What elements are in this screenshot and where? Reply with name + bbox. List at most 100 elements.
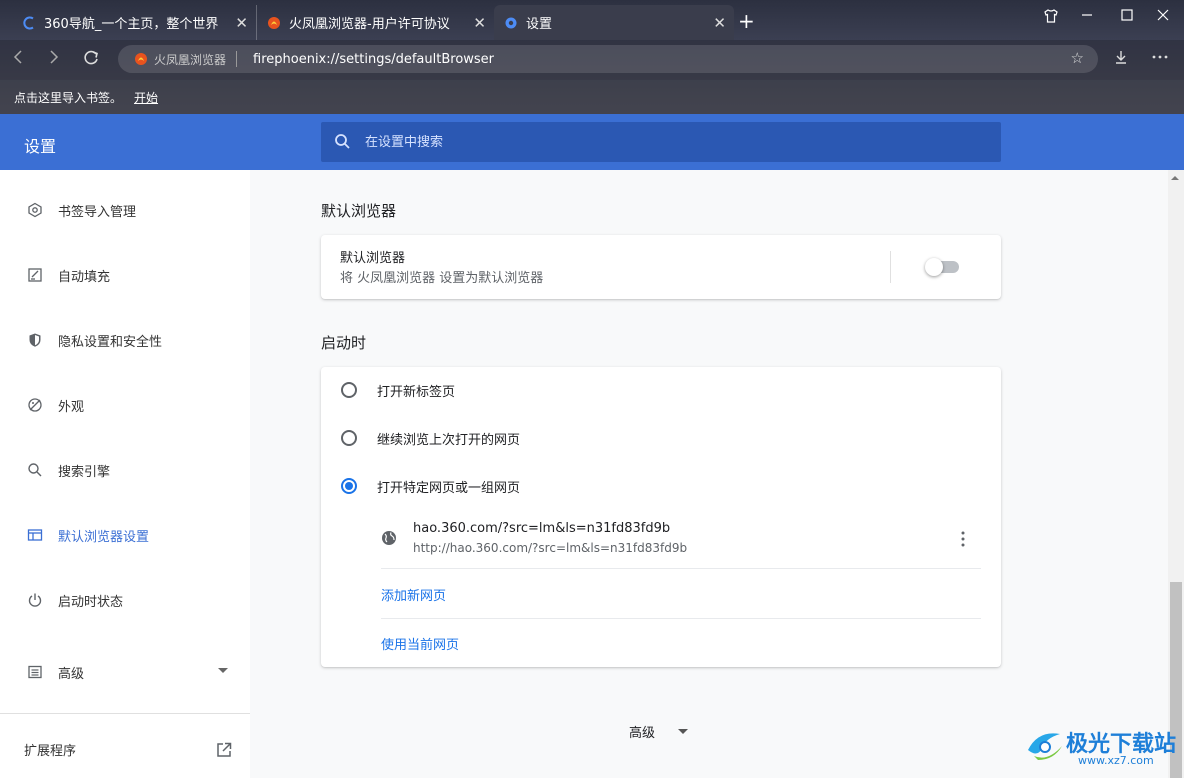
firephoenix-icon: [268, 16, 280, 29]
firephoenix-icon: [135, 53, 147, 65]
use-current-pages-link[interactable]: 使用当前网页: [381, 634, 459, 653]
tab-title: 火凤凰浏览器-用户许可协议: [289, 17, 450, 32]
sidebar-item-label: 高级: [58, 666, 85, 682]
browser-chrome: 360导航_一个主页，整个世界 ✕ 火凤凰浏览器-用户许可协议 ✕ 设置 ✕ +: [0, 0, 1184, 114]
shield-icon: [26, 331, 44, 349]
close-icon[interactable]: ✕: [713, 14, 726, 32]
scroll-up-arrow-icon[interactable]: [1171, 176, 1179, 180]
forward-button[interactable]: [46, 49, 60, 70]
maximize-button[interactable]: [1120, 8, 1134, 26]
sidebar-item-appearance[interactable]: 外观: [0, 385, 250, 425]
startup-page-url: http://hao.360.com/?src=lm&ls=n31fd83fd9…: [413, 541, 688, 555]
tab-title: 360导航_一个主页，整个世界: [44, 17, 219, 32]
radio-button-checked[interactable]: [341, 478, 357, 494]
new-tab-button[interactable]: +: [738, 9, 755, 33]
settings-sidebar: 书签导入管理 自动填充 隐私设置和安全性 外观 搜索引擎 默认浏览器设置 启动时…: [0, 170, 250, 778]
tab-strip: 360导航_一个主页，整个世界 ✕ 火凤凰浏览器-用户许可协议 ✕ 设置 ✕ +: [0, 0, 1184, 40]
sidebar-divider: [0, 713, 250, 714]
default-browser-toggle[interactable]: [925, 258, 959, 276]
globe-icon: [382, 531, 396, 545]
site-watermark: 极光下载站 www.xz7.com: [1024, 722, 1180, 772]
search-icon: [26, 461, 44, 479]
search-input[interactable]: [365, 134, 925, 150]
option-label: 打开新标签页: [377, 384, 456, 400]
radio-button[interactable]: [341, 382, 357, 398]
chevron-down-icon[interactable]: [678, 729, 688, 734]
site-label: 火凤凰浏览器: [154, 52, 227, 67]
tab-settings[interactable]: 设置 ✕: [494, 5, 734, 40]
startup-option-new-tab[interactable]: 打开新标签页: [341, 378, 455, 402]
startup-page-entry: hao.360.com/?src=lm&ls=n31fd83fd9b http:…: [381, 517, 981, 569]
settings-main: 默认浏览器 默认浏览器 将 火凤凰浏览器 设置为默认浏览器 启动时 打开新标签页…: [250, 170, 1168, 778]
option-label: 继续浏览上次打开的网页: [377, 432, 521, 448]
sidebar-item-autofill[interactable]: 自动填充: [0, 255, 250, 295]
card-divider: [890, 251, 891, 283]
reload-button[interactable]: [82, 49, 100, 72]
palette-icon: [26, 396, 44, 414]
browser-window-icon: [26, 526, 44, 544]
tab-360-nav[interactable]: 360导航_一个主页，整个世界 ✕: [12, 5, 256, 40]
tab-title: 设置: [526, 17, 553, 32]
sidebar-item-advanced[interactable]: 高级: [0, 652, 250, 692]
sidebar-item-label: 自动填充: [58, 269, 111, 285]
advanced-toggle[interactable]: 高级: [629, 722, 655, 741]
sidebar-item-extensions[interactable]: 扩展程序: [24, 740, 76, 759]
url-text[interactable]: firephoenix://settings/defaultBrowser: [253, 52, 494, 67]
download-icon[interactable]: [1114, 49, 1128, 69]
chevron-down-icon: [218, 668, 228, 673]
startup-page-name: hao.360.com/?src=lm&ls=n31fd83fd9b: [413, 521, 671, 536]
watermark-logo-icon: [1028, 733, 1062, 760]
startup-option-continue[interactable]: 继续浏览上次打开的网页: [341, 426, 520, 450]
sidebar-item-label: 启动时状态: [58, 594, 124, 610]
sidebar-item-label: 隐私设置和安全性: [58, 334, 163, 350]
minimize-button[interactable]: [1080, 8, 1094, 26]
default-browser-description: 将 火凤凰浏览器 设置为默认浏览器: [340, 271, 544, 286]
close-icon[interactable]: ✕: [473, 14, 486, 32]
more-vert-icon[interactable]: [961, 531, 965, 547]
sidebar-item-startup[interactable]: 启动时状态: [0, 580, 250, 620]
address-row: 火凤凰浏览器 firephoenix://settings/defaultBro…: [0, 40, 1184, 80]
sidebar-item-label: 书签导入管理: [58, 204, 137, 220]
option-label: 打开特定网页或一组网页: [377, 480, 521, 496]
sidebar-item-label: 外观: [58, 399, 85, 415]
tab-license[interactable]: 火凤凰浏览器-用户许可协议 ✕: [256, 5, 494, 40]
watermark-url: www.xz7.com: [1078, 754, 1154, 767]
sidebar-item-bookmark-import[interactable]: 书签导入管理: [0, 190, 250, 230]
address-divider: [236, 51, 238, 67]
search-icon: [335, 134, 350, 149]
section-title-default-browser: 默认浏览器: [321, 202, 397, 220]
open-external-icon[interactable]: [215, 741, 233, 759]
startup-divider: [381, 618, 981, 619]
address-bar[interactable]: 火凤凰浏览器 firephoenix://settings/defaultBro…: [118, 45, 1098, 73]
startup-card: 打开新标签页 继续浏览上次打开的网页 打开特定网页或一组网页 hao.360.c…: [321, 367, 1001, 667]
startup-option-specific-pages[interactable]: 打开特定网页或一组网页: [341, 474, 520, 498]
settings-search[interactable]: [321, 122, 1001, 162]
settings-gear-icon: [505, 17, 517, 28]
default-browser-card: 默认浏览器 将 火凤凰浏览器 设置为默认浏览器: [321, 235, 1001, 299]
close-icon[interactable]: ✕: [235, 14, 248, 32]
power-icon: [26, 591, 44, 609]
sidebar-item-label: 搜索引擎: [58, 464, 111, 480]
toggle-knob: [925, 258, 943, 276]
default-browser-title: 默认浏览器: [340, 251, 406, 266]
import-bookmarks-prompt: 点击这里导入书签。: [14, 90, 123, 105]
360-loading-icon: [23, 16, 34, 29]
sidebar-item-label: 默认浏览器设置: [58, 529, 150, 545]
sidebar-item-search-engine[interactable]: 搜索引擎: [0, 450, 250, 490]
bookmarks-bar: 点击这里导入书签。 开始: [0, 80, 1184, 114]
list-icon: [26, 663, 44, 681]
skin-shirt-icon[interactable]: [1043, 8, 1059, 28]
sidebar-item-privacy[interactable]: 隐私设置和安全性: [0, 320, 250, 360]
section-title-startup: 启动时: [321, 334, 367, 352]
more-menu-icon[interactable]: [1151, 49, 1169, 69]
back-button[interactable]: [12, 49, 26, 70]
bookmark-gear-icon: [26, 201, 44, 219]
add-new-page-link[interactable]: 添加新网页: [381, 585, 446, 604]
radio-button[interactable]: [341, 430, 357, 446]
sidebar-item-default-browser[interactable]: 默认浏览器设置: [0, 515, 250, 555]
page-title: 设置: [24, 137, 57, 156]
bookmark-star-icon[interactable]: ☆: [1071, 49, 1084, 67]
edit-form-icon: [26, 266, 44, 284]
window-close-button[interactable]: [1156, 8, 1170, 26]
import-start-link[interactable]: 开始: [134, 89, 158, 106]
